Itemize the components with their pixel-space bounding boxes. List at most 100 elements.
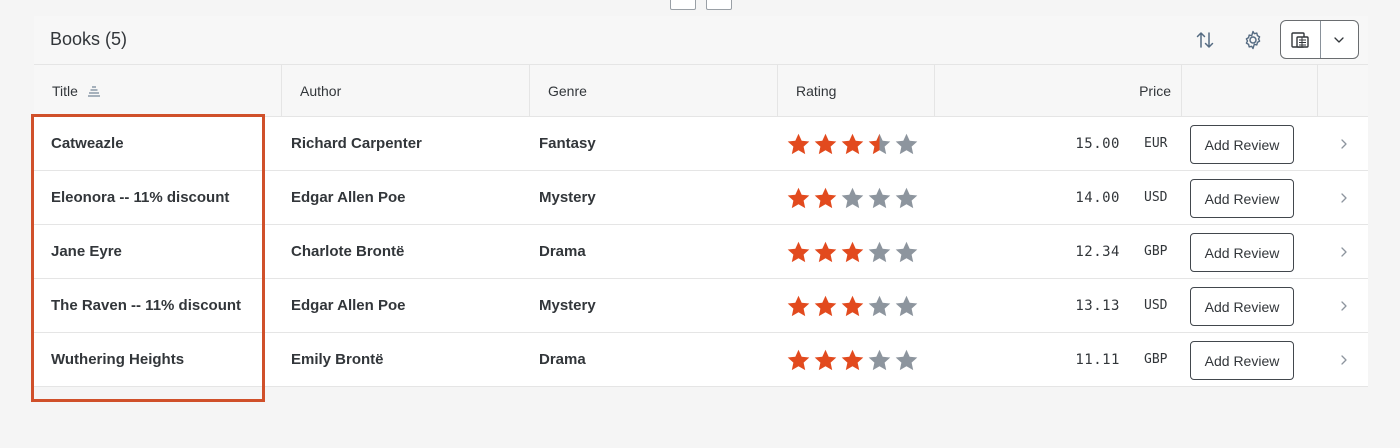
star-icon (787, 241, 810, 262)
star-icon (841, 295, 864, 316)
export-button[interactable] (1281, 21, 1321, 58)
rating-indicator (786, 333, 919, 386)
export-icon (1291, 31, 1309, 48)
export-split-button (1280, 20, 1359, 59)
add-review-button[interactable]: Add Review (1190, 233, 1294, 272)
gear-icon (1245, 30, 1261, 50)
column-header-genre-label: Genre (548, 82, 587, 99)
add-review-button[interactable]: Add Review (1190, 179, 1294, 218)
star-icon (814, 295, 837, 316)
add-review-button[interactable]: Add Review (1190, 341, 1294, 380)
star-icon (841, 187, 864, 208)
chevron-right-icon (1341, 355, 1347, 365)
book-title: The Raven -- 11% discount (51, 297, 242, 314)
sort-ascending-icon (87, 85, 100, 97)
star-icon (895, 295, 918, 316)
rating-indicator (786, 279, 919, 332)
column-header-rating-label: Rating (796, 82, 837, 99)
book-genre: Mystery (539, 189, 596, 206)
book-title: Jane Eyre (51, 243, 122, 260)
table-row[interactable]: Catweazle Richard Carpenter Fantasy 15.0… (34, 117, 1368, 171)
rating-indicator (786, 171, 919, 224)
book-author: Edgar Allen Poe (291, 297, 406, 314)
table-title: Books (5) (50, 29, 128, 49)
book-title: Wuthering Heights (51, 351, 185, 368)
column-header-price[interactable]: Price (935, 65, 1182, 116)
book-currency: GBP (1144, 244, 1168, 259)
star-icon (868, 133, 891, 154)
star-icon (868, 349, 891, 370)
star-icon (787, 133, 810, 154)
rating-indicator (786, 225, 919, 278)
column-header-actions (1182, 65, 1318, 116)
book-price: 13.13 (1075, 297, 1120, 314)
star-icon (841, 241, 864, 262)
rating-indicator (786, 117, 919, 170)
star-icon (787, 295, 810, 316)
book-currency: USD (1144, 298, 1168, 313)
star-icon (895, 133, 918, 154)
star-icon (814, 349, 837, 370)
book-title: Catweazle (51, 135, 124, 152)
star-icon (868, 295, 891, 316)
row-navigation-icon[interactable] (1334, 134, 1354, 154)
book-genre: Drama (539, 351, 586, 368)
chevron-right-icon (1341, 247, 1347, 257)
sort-button[interactable] (1189, 26, 1221, 54)
book-currency: GBP (1144, 352, 1168, 367)
book-currency: USD (1144, 190, 1168, 205)
row-navigation-icon[interactable] (1334, 242, 1354, 262)
star-icon (814, 187, 837, 208)
handle-right[interactable] (706, 0, 732, 10)
book-author: Edgar Allen Poe (291, 189, 406, 206)
chevron-down-icon (1334, 36, 1344, 43)
book-author: Emily Brontë (291, 351, 384, 368)
book-genre: Mystery (539, 297, 596, 314)
book-price: 14.00 (1075, 189, 1120, 206)
chevron-right-icon (1341, 139, 1347, 149)
star-icon (814, 241, 837, 262)
book-genre: Drama (539, 243, 586, 260)
column-header-title-label: Title (52, 82, 78, 99)
star-icon (787, 349, 810, 370)
table-row[interactable]: Wuthering Heights Emily Brontë Drama 11.… (34, 333, 1368, 387)
row-navigation-icon[interactable] (1334, 350, 1354, 370)
book-currency: EUR (1144, 136, 1168, 151)
export-dropdown-button[interactable] (1321, 21, 1359, 58)
table-toolbar: Books (5) (34, 16, 1368, 64)
book-author: Richard Carpenter (291, 135, 422, 152)
star-icon (841, 133, 864, 154)
star-icon (868, 187, 891, 208)
book-genre: Fantasy (539, 135, 596, 152)
table-row[interactable]: Eleonora -- 11% discount Edgar Allen Poe… (34, 171, 1368, 225)
column-header-author[interactable]: Author (282, 65, 530, 116)
star-icon (895, 349, 918, 370)
table-row[interactable]: Jane Eyre Charlote Brontë Drama 12.34 GB… (34, 225, 1368, 279)
books-table: Books (5) Title Author Genre Rating Pric… (34, 16, 1368, 387)
book-author: Charlote Brontë (291, 243, 405, 260)
star-icon (841, 349, 864, 370)
column-header-title[interactable]: Title (34, 65, 282, 116)
sort-icon (1196, 32, 1214, 48)
book-price: 15.00 (1075, 135, 1120, 152)
star-icon (895, 187, 918, 208)
row-navigation-icon[interactable] (1334, 188, 1354, 208)
handle-left[interactable] (670, 0, 696, 10)
star-icon (868, 241, 891, 262)
table-header-row: Title Author Genre Rating Price (34, 64, 1368, 117)
add-review-button[interactable]: Add Review (1190, 287, 1294, 326)
table-row[interactable]: The Raven -- 11% discount Edgar Allen Po… (34, 279, 1368, 333)
star-icon (895, 241, 918, 262)
add-review-button[interactable]: Add Review (1190, 125, 1294, 164)
column-header-author-label: Author (300, 82, 342, 99)
chevron-right-icon (1341, 301, 1347, 311)
column-header-price-label: Price (1139, 82, 1171, 99)
window-handles (670, 0, 732, 10)
row-navigation-icon[interactable] (1334, 296, 1354, 316)
book-price: 11.11 (1075, 351, 1120, 368)
star-icon (814, 133, 837, 154)
column-header-rating[interactable]: Rating (778, 65, 935, 116)
book-title: Eleonora -- 11% discount (51, 189, 230, 206)
column-header-genre[interactable]: Genre (530, 65, 778, 116)
settings-button[interactable] (1237, 26, 1269, 54)
